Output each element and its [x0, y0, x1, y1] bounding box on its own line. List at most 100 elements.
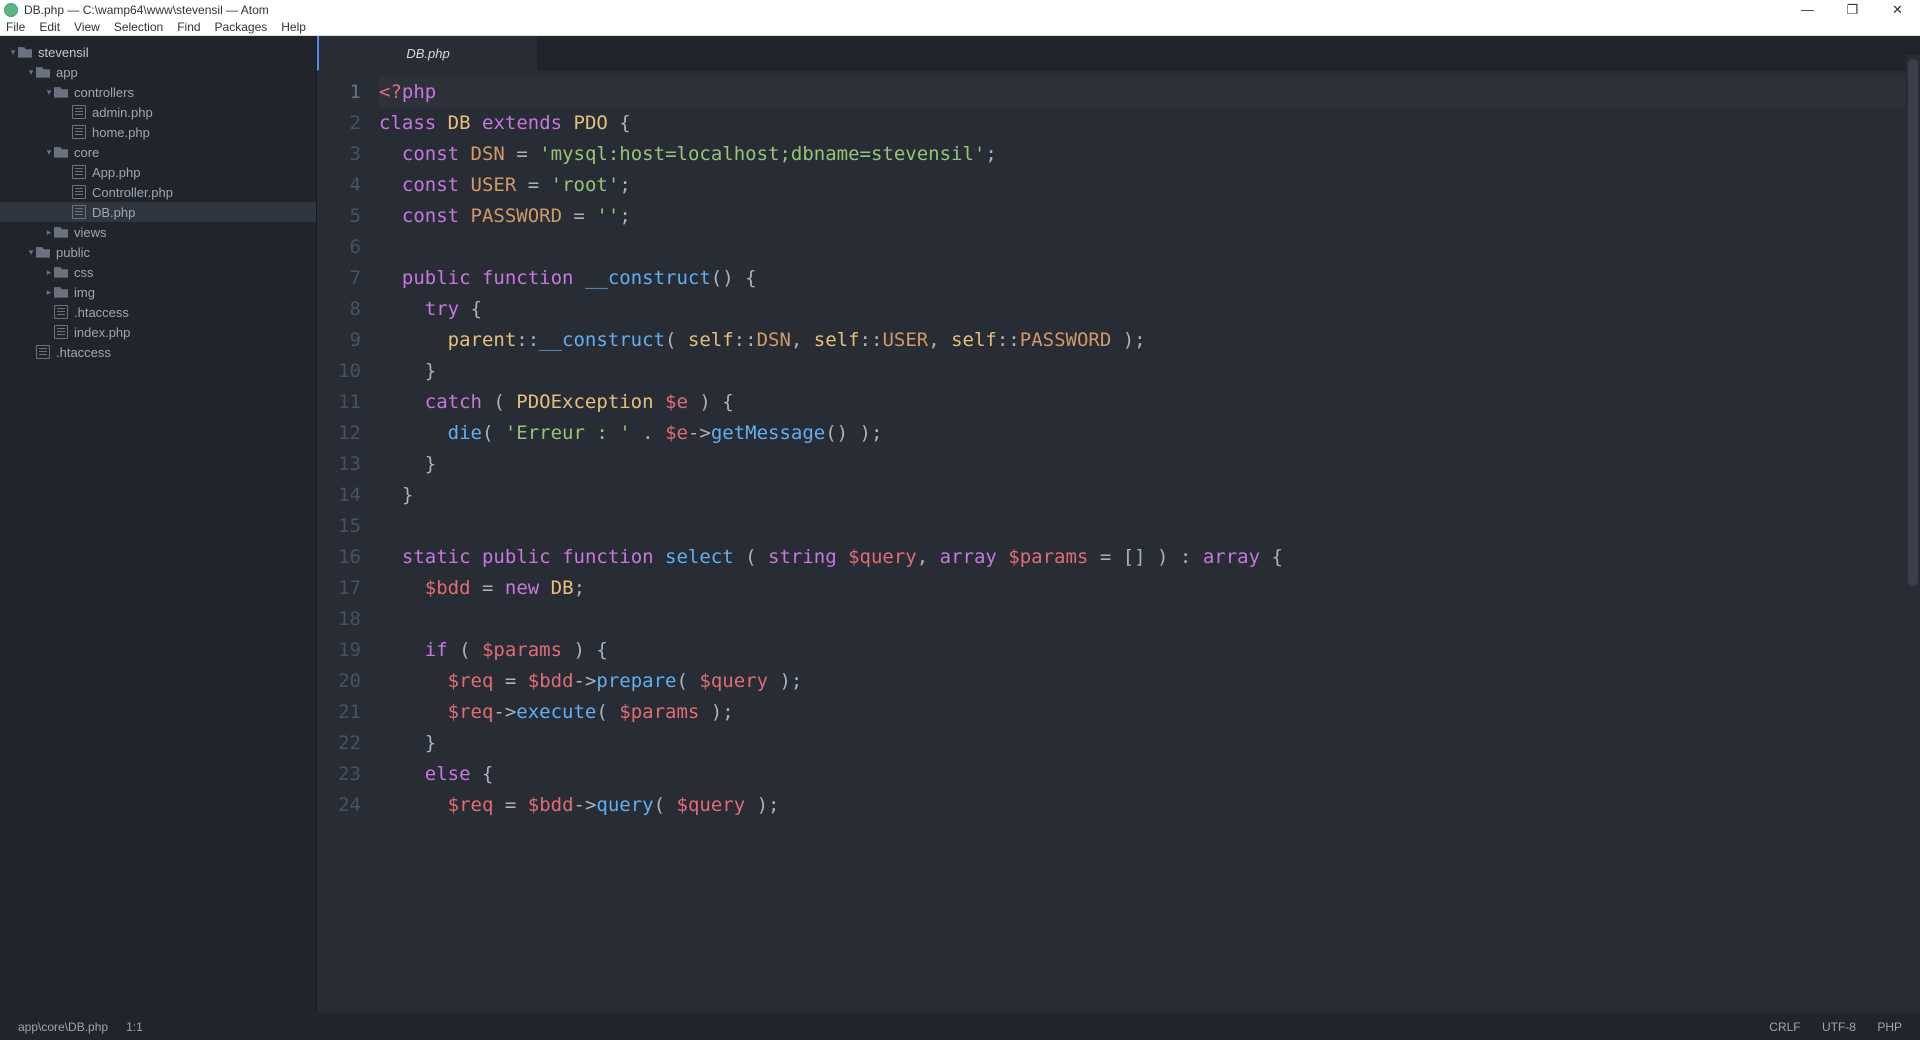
- code-line[interactable]: }: [379, 728, 1920, 759]
- tree-file-Controller-php[interactable]: Controller.php: [0, 182, 316, 202]
- tree-file-DB-php[interactable]: DB.php: [0, 202, 316, 222]
- close-button[interactable]: ✕: [1875, 2, 1920, 18]
- code-line[interactable]: const PASSWORD = '';: [379, 201, 1920, 232]
- code-line[interactable]: <?php: [379, 77, 1920, 108]
- tree-item-label: img: [74, 285, 95, 300]
- line-number: 19: [317, 635, 361, 666]
- menu-view[interactable]: View: [74, 20, 100, 34]
- menu-edit[interactable]: Edit: [39, 20, 60, 34]
- tree-folder-public[interactable]: ▾public: [0, 242, 316, 262]
- tab-label: DB.php: [406, 46, 449, 61]
- status-line-ending[interactable]: CRLF: [1769, 1020, 1800, 1034]
- code-line[interactable]: class DB extends PDO {: [379, 108, 1920, 139]
- tree-folder-app[interactable]: ▾app: [0, 62, 316, 82]
- tree-folder-views[interactable]: ▸views: [0, 222, 316, 242]
- file-icon: [72, 165, 86, 179]
- line-number: 7: [317, 263, 361, 294]
- code-line[interactable]: $req = $bdd->prepare( $query );: [379, 666, 1920, 697]
- scrollbar-thumb[interactable]: [1908, 59, 1918, 586]
- code-content[interactable]: <?phpclass DB extends PDO { const DSN = …: [379, 71, 1920, 1013]
- status-encoding[interactable]: UTF-8: [1822, 1020, 1856, 1034]
- tree-folder-img[interactable]: ▸ img: [0, 282, 316, 302]
- code-editor[interactable]: 123456789101112131415161718192021222324 …: [317, 71, 1920, 1013]
- status-cursor-pos[interactable]: 1:1: [126, 1020, 143, 1034]
- tree-item-label: Controller.php: [92, 185, 173, 200]
- file-icon: [72, 125, 86, 139]
- code-line[interactable]: catch ( PDOException $e ) {: [379, 387, 1920, 418]
- tree-file-admin-php[interactable]: admin.php: [0, 102, 316, 122]
- code-line[interactable]: $req->execute( $params );: [379, 697, 1920, 728]
- code-line[interactable]: }: [379, 449, 1920, 480]
- menu-packages[interactable]: Packages: [215, 20, 268, 34]
- folder-icon: [54, 265, 68, 279]
- tree-file--htaccess[interactable]: .htaccess: [0, 302, 316, 322]
- chevron-down-icon[interactable]: ▾: [8, 47, 18, 58]
- menu-file[interactable]: File: [6, 20, 25, 34]
- menu-help[interactable]: Help: [281, 20, 306, 34]
- tree-item-label: admin.php: [92, 105, 153, 120]
- folder-icon: [18, 45, 32, 59]
- line-number: 13: [317, 449, 361, 480]
- window-title: DB.php — C:\wamp64\www\stevensil — Atom: [24, 3, 269, 17]
- tree-item-label: controllers: [74, 85, 134, 100]
- line-number: 20: [317, 666, 361, 697]
- tab-bar[interactable]: DB.php: [317, 36, 1920, 71]
- tree-item-label: .htaccess: [56, 345, 111, 360]
- code-line[interactable]: $bdd = new DB;: [379, 573, 1920, 604]
- menu-find[interactable]: Find: [177, 20, 200, 34]
- tree-folder-css[interactable]: ▸ css: [0, 262, 316, 282]
- code-line[interactable]: else {: [379, 759, 1920, 790]
- code-line[interactable]: parent::__construct( self::DSN, self::US…: [379, 325, 1920, 356]
- code-line[interactable]: [379, 511, 1920, 542]
- chevron-down-icon[interactable]: ▾: [44, 147, 54, 158]
- tree-file--htaccess[interactable]: .htaccess: [0, 342, 316, 362]
- code-line[interactable]: }: [379, 480, 1920, 511]
- code-line[interactable]: die( 'Erreur : ' . $e->getMessage() );: [379, 418, 1920, 449]
- code-line[interactable]: if ( $params ) {: [379, 635, 1920, 666]
- editor-scrollbar[interactable]: [1906, 55, 1920, 1013]
- line-number: 22: [317, 728, 361, 759]
- tree-item-label: css: [74, 265, 94, 280]
- line-number: 17: [317, 573, 361, 604]
- code-line[interactable]: const USER = 'root';: [379, 170, 1920, 201]
- code-line[interactable]: try {: [379, 294, 1920, 325]
- code-line[interactable]: const DSN = 'mysql:host=localhost;dbname…: [379, 139, 1920, 170]
- tree-folder-core[interactable]: ▾core: [0, 142, 316, 162]
- file-icon: [54, 305, 68, 319]
- status-file-path[interactable]: app\core\DB.php: [18, 1020, 108, 1034]
- tree-file-index-php[interactable]: index.php: [0, 322, 316, 342]
- chevron-right-icon[interactable]: ▸: [44, 287, 54, 298]
- tree-item-label: .htaccess: [74, 305, 129, 320]
- folder-icon: [36, 65, 50, 79]
- tree-folder-stevensil[interactable]: ▾stevensil: [0, 42, 316, 62]
- tree-item-label: DB.php: [92, 205, 135, 220]
- chevron-down-icon[interactable]: ▾: [26, 67, 36, 78]
- line-number: 4: [317, 170, 361, 201]
- file-icon: [72, 185, 86, 199]
- chevron-right-icon[interactable]: ▸: [44, 267, 54, 278]
- folder-icon: [54, 145, 68, 159]
- minimize-button[interactable]: —: [1785, 2, 1830, 18]
- project-tree[interactable]: ▾stevensil▾app▾controllersadmin.phphome.…: [0, 36, 316, 1013]
- line-number: 2: [317, 108, 361, 139]
- folder-icon: [36, 245, 50, 259]
- line-number: 10: [317, 356, 361, 387]
- code-line[interactable]: static public function select ( string $…: [379, 542, 1920, 573]
- code-line[interactable]: }: [379, 356, 1920, 387]
- tree-file-App-php[interactable]: App.php: [0, 162, 316, 182]
- folder-icon: [54, 85, 68, 99]
- status-language[interactable]: PHP: [1877, 1020, 1902, 1034]
- code-line[interactable]: $req = $bdd->query( $query );: [379, 790, 1920, 821]
- line-number: 24: [317, 790, 361, 821]
- maximize-button[interactable]: ❐: [1830, 2, 1875, 18]
- code-line[interactable]: public function __construct() {: [379, 263, 1920, 294]
- chevron-down-icon[interactable]: ▾: [26, 247, 36, 258]
- menu-selection[interactable]: Selection: [114, 20, 163, 34]
- tree-file-home-php[interactable]: home.php: [0, 122, 316, 142]
- chevron-down-icon[interactable]: ▾: [44, 87, 54, 98]
- tree-folder-controllers[interactable]: ▾ controllers: [0, 82, 316, 102]
- code-line[interactable]: [379, 232, 1920, 263]
- tab-db-php[interactable]: DB.php: [317, 36, 537, 71]
- chevron-right-icon[interactable]: ▸: [44, 227, 54, 238]
- code-line[interactable]: [379, 604, 1920, 635]
